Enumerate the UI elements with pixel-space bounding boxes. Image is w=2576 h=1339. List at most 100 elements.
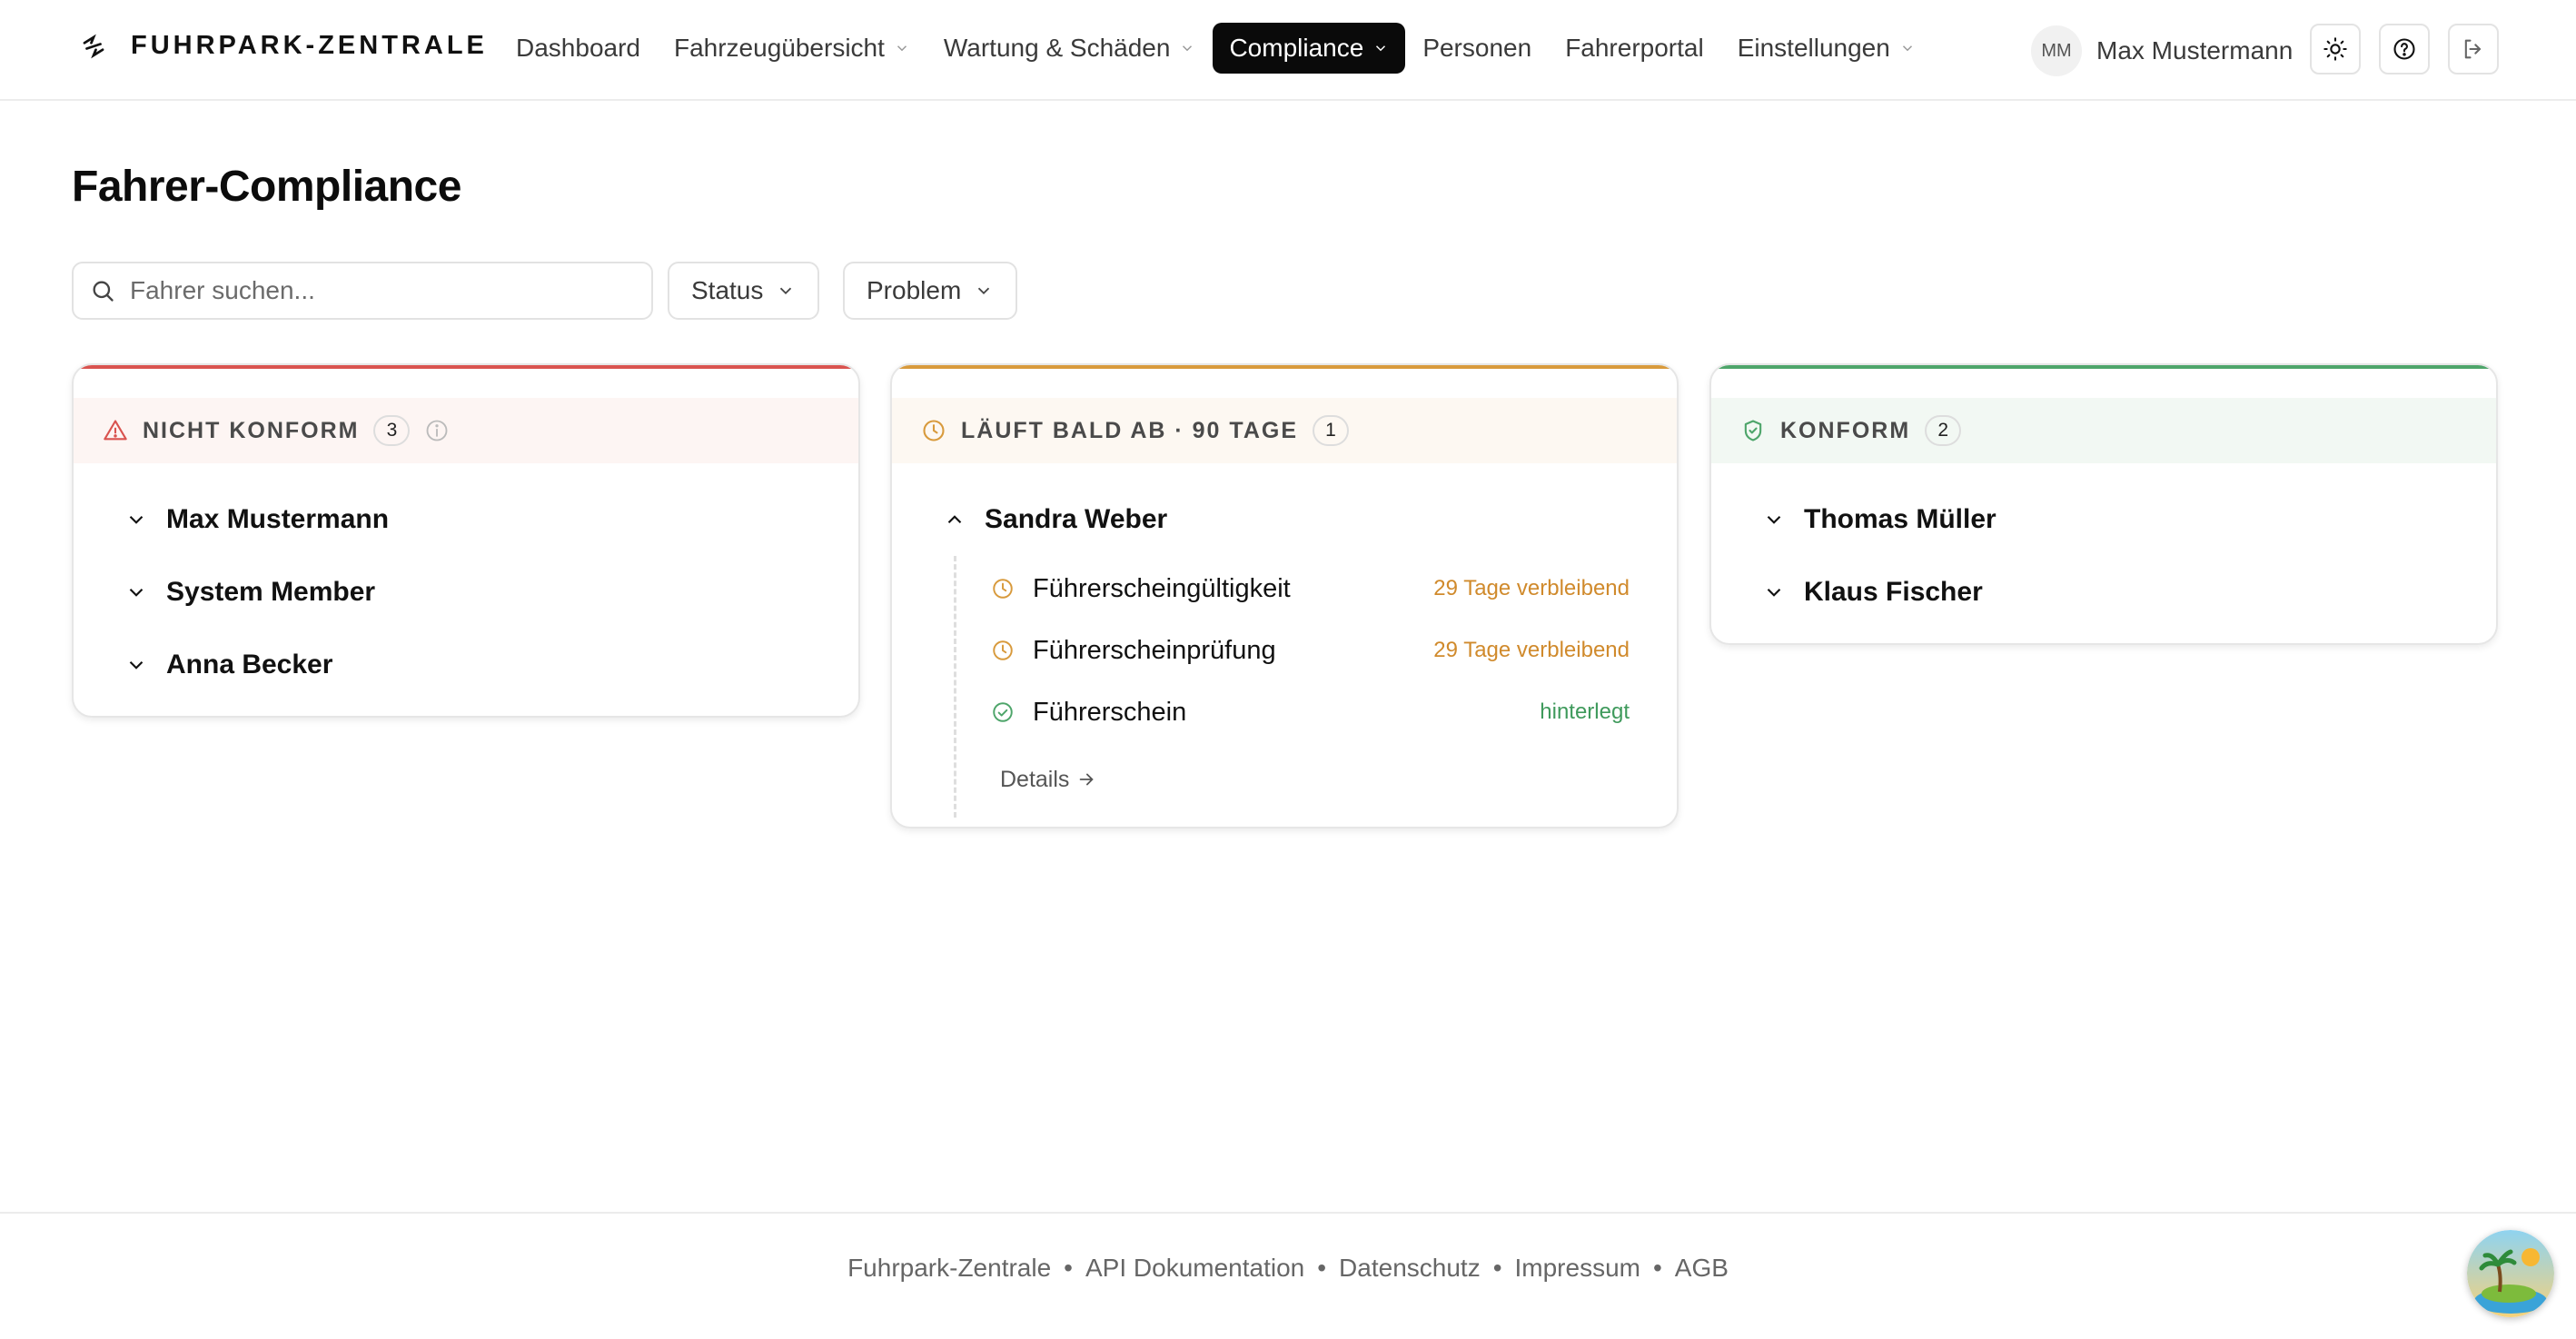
island-icon xyxy=(2467,1230,2554,1317)
driver-name: Max Mustermann xyxy=(166,504,390,534)
clock-icon xyxy=(923,420,945,441)
driver-row[interactable]: Anna Becker xyxy=(124,629,858,701)
sun-icon xyxy=(2323,37,2347,61)
column-konform: KONFORM 2 Thomas Müller Klaus Fischer xyxy=(1709,363,2498,645)
column-accent xyxy=(74,365,858,369)
nav-wartung-schaeden[interactable]: Wartung & Schäden xyxy=(927,23,1213,74)
separator: • xyxy=(1652,1254,1662,1282)
count-badge: 3 xyxy=(373,415,411,446)
chevron-down-icon xyxy=(1767,515,1781,524)
avatar: MM xyxy=(2031,25,2082,76)
count-badge: 2 xyxy=(1925,415,1962,446)
nav-label: Personen xyxy=(1422,34,1532,62)
compliance-item[interactable]: Führerscheingültigkeit 29 Tage verbleibe… xyxy=(956,558,1677,620)
nav-fahrzeuguebersicht[interactable]: Fahrzeugübersicht xyxy=(658,23,926,74)
nav-personen[interactable]: Personen xyxy=(1406,23,1548,74)
status-filter[interactable]: Status xyxy=(668,262,820,320)
column-body: Thomas Müller Klaus Fischer xyxy=(1711,463,2496,643)
column-header: KONFORM 2 xyxy=(1711,398,2496,463)
arrow-right-icon xyxy=(1080,773,1095,786)
column-header: NICHT KONFORM 3 xyxy=(74,398,858,463)
driver-name: System Member xyxy=(166,577,376,607)
driver-row[interactable]: Max Mustermann xyxy=(124,483,858,556)
compliance-items: Führerscheingültigkeit 29 Tage verbleibe… xyxy=(954,556,1677,818)
top-navbar: FUHRPARK-ZENTRALE Dashboard Fahrzeugüber… xyxy=(0,0,2576,101)
brand[interactable]: FUHRPARK-ZENTRALE xyxy=(80,31,488,61)
column-accent xyxy=(1711,365,2496,369)
status-filter-label: Status xyxy=(691,276,764,304)
problem-filter[interactable]: Problem xyxy=(843,262,1018,320)
details-label: Details xyxy=(1000,766,1070,792)
warning-icon xyxy=(104,420,127,441)
user-menu[interactable]: MM Max Mustermann xyxy=(2031,25,2293,76)
shield-check-icon xyxy=(1744,420,1762,441)
info-icon[interactable] xyxy=(424,418,450,443)
assistant-button[interactable] xyxy=(2467,1230,2554,1317)
column-nicht-konform: NICHT KONFORM 3 Max Mustermann System Me… xyxy=(72,363,860,718)
main-nav: Dashboard Fahrzeugübersicht Wartung & Sc… xyxy=(500,23,1933,74)
column-accent xyxy=(892,365,1677,369)
nav-einstellungen[interactable]: Einstellungen xyxy=(1721,23,1932,74)
chevron-down-icon xyxy=(1376,45,1386,52)
chevron-down-icon xyxy=(129,660,144,670)
chevron-down-icon xyxy=(129,515,144,524)
details-link[interactable]: Details xyxy=(956,754,1677,805)
column-title: LÄUFT BALD AB · 90 TAGE xyxy=(961,417,1298,443)
footer-link-api[interactable]: API Dokumentation xyxy=(1085,1254,1304,1283)
logout-icon xyxy=(2464,39,2482,59)
chevron-down-icon xyxy=(1767,588,1781,597)
chevron-down-icon xyxy=(1183,45,1193,52)
compliance-item-label: Führerschein xyxy=(1033,697,1187,727)
brand-name: FUHRPARK-ZENTRALE xyxy=(131,31,488,60)
driver-name: Sandra Weber xyxy=(985,504,1168,534)
user-name: Max Mustermann xyxy=(2096,36,2294,64)
column-title: NICHT KONFORM xyxy=(143,417,360,443)
logout-button[interactable] xyxy=(2448,24,2499,74)
nav-dashboard[interactable]: Dashboard xyxy=(500,23,657,74)
driver-row-expanded[interactable]: Sandra Weber xyxy=(943,483,1677,556)
nav-label: Fahrerportal xyxy=(1565,34,1704,62)
chevron-down-icon xyxy=(129,588,144,597)
chevron-down-icon xyxy=(978,287,990,295)
driver-row[interactable]: Thomas Müller xyxy=(1762,483,2496,556)
column-title: KONFORM xyxy=(1780,417,1911,443)
problem-filter-label: Problem xyxy=(867,276,962,304)
footer-link-privacy[interactable]: Datenschutz xyxy=(1339,1254,1481,1283)
column-body: Max Mustermann System Member Anna Becker xyxy=(74,463,858,716)
footer-link-imprint[interactable]: Impressum xyxy=(1515,1254,1640,1283)
footer-link-terms[interactable]: AGB xyxy=(1675,1254,1729,1283)
help-button[interactable] xyxy=(2379,24,2430,74)
search-input[interactable] xyxy=(130,276,639,305)
column-header: LÄUFT BALD AB · 90 TAGE 1 xyxy=(892,398,1677,463)
count-badge: 1 xyxy=(1313,415,1349,446)
theme-toggle-button[interactable] xyxy=(2310,24,2361,74)
footer-links: Fuhrpark-Zentrale • API Dokumentation • … xyxy=(847,1254,1729,1283)
driver-name: Klaus Fischer xyxy=(1804,577,1983,607)
column-laeuft-bald-ab: LÄUFT BALD AB · 90 TAGE 1 Sandra Weber F… xyxy=(890,363,1679,828)
chevron-down-icon xyxy=(780,287,792,295)
chevron-down-icon xyxy=(1902,45,1912,52)
compliance-item[interactable]: Führerschein hinterlegt xyxy=(956,681,1677,743)
search-box[interactable] xyxy=(72,262,653,320)
check-circle-icon xyxy=(993,702,1013,722)
compliance-item-status: 29 Tage verbleibend xyxy=(1433,576,1630,600)
driver-row[interactable]: Klaus Fischer xyxy=(1762,556,2496,629)
clock-icon xyxy=(993,640,1013,660)
nav-label: Compliance xyxy=(1229,34,1364,62)
nav-label: Wartung & Schäden xyxy=(943,34,1171,62)
chevron-up-icon xyxy=(947,515,962,524)
separator: • xyxy=(1492,1254,1502,1282)
separator: • xyxy=(1064,1254,1073,1282)
logo-icon xyxy=(83,34,104,58)
nav-compliance[interactable]: Compliance xyxy=(1213,23,1406,74)
compliance-item[interactable]: Führerscheinprüfung 29 Tage verbleibend xyxy=(956,620,1677,681)
footer-link-home[interactable]: Fuhrpark-Zentrale xyxy=(847,1254,1051,1283)
compliance-item-label: Führerscheinprüfung xyxy=(1033,635,1276,665)
nav-fahrerportal[interactable]: Fahrerportal xyxy=(1549,23,1720,74)
compliance-item-status: hinterlegt xyxy=(1540,699,1630,724)
nav-label: Einstellungen xyxy=(1737,34,1890,62)
driver-row[interactable]: System Member xyxy=(124,556,858,629)
chevron-down-icon xyxy=(897,45,907,52)
help-icon xyxy=(2393,38,2415,60)
driver-name: Thomas Müller xyxy=(1804,504,1996,534)
